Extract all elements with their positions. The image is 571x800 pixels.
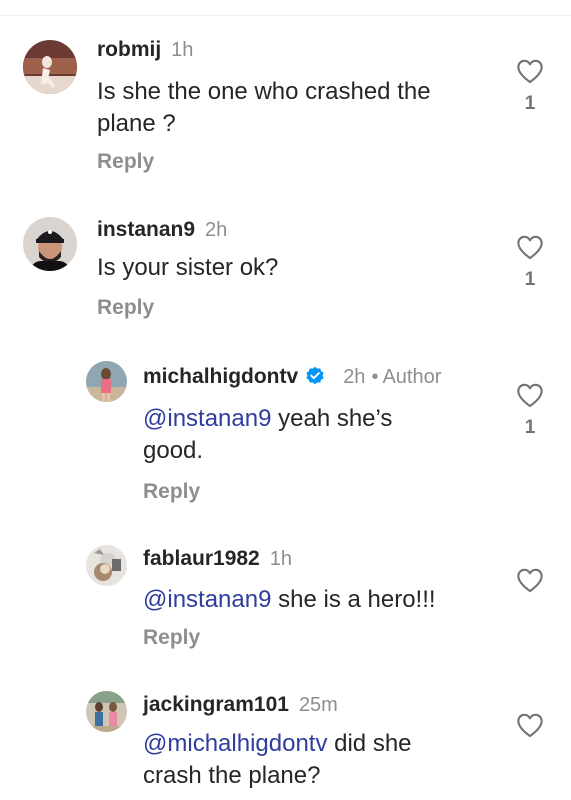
separator-dot: • <box>371 366 379 388</box>
heart-outline-icon[interactable] <box>516 234 544 260</box>
heart-outline-icon[interactable] <box>516 567 544 593</box>
like-count: 1 <box>524 93 536 114</box>
like-count: 1 <box>524 269 536 290</box>
timestamp: 2h <box>205 219 228 241</box>
reply-jackingram101: jackingram101 25m @michalhigdontv did sh… <box>0 670 571 800</box>
heart-outline-icon[interactable] <box>516 712 544 738</box>
comment-text: Is your sister ok? <box>97 254 279 281</box>
avatar-instanan9[interactable] <box>23 217 77 271</box>
comment-text: Is she the one who crashed the plane ? <box>97 78 431 137</box>
author-label: Author <box>382 366 442 388</box>
timestamp: 25m <box>298 694 338 716</box>
reply-button[interactable]: Reply <box>143 626 200 650</box>
comment-text: @instanan9 she is a hero!!! <box>143 584 503 616</box>
reply-fablaur1982: fablaur1982 1h @instanan9 she is a hero!… <box>0 520 571 670</box>
avatar-robmij[interactable] <box>23 40 77 94</box>
timestamp: 1h <box>269 548 292 570</box>
avatar-fablaur1982[interactable] <box>86 545 127 586</box>
heart-outline-icon[interactable] <box>516 58 544 84</box>
reply-michalhigdontv: michalhigdontv 2h • Author @instanan9 ye… <box>0 340 571 520</box>
username[interactable]: jackingram101 <box>143 693 289 717</box>
comment-text: @michalhigdontv did she crash the plane? <box>143 728 473 792</box>
reply-button[interactable]: Reply <box>97 150 154 174</box>
comment-robmij: robmij 1h Is she the one who crashed the… <box>0 0 571 200</box>
heart-outline-icon[interactable] <box>516 382 544 408</box>
timestamp: 2h <box>343 366 366 388</box>
mention-link[interactable]: @instanan9 <box>143 586 271 613</box>
comment-instanan9: instanan9 2h Is your sister ok? Reply 1 <box>0 200 571 340</box>
reply-button[interactable]: Reply <box>143 480 200 504</box>
comment-body: she is a hero!!! <box>271 586 436 613</box>
like-count: 1 <box>524 417 536 438</box>
mention-link[interactable]: @michalhigdontv <box>143 730 327 757</box>
comment-text: @instanan9 yeah she’s good. <box>143 403 443 467</box>
username[interactable]: fablaur1982 <box>143 547 260 571</box>
reply-button[interactable]: Reply <box>97 296 154 320</box>
verified-badge-icon <box>305 366 325 386</box>
avatar-jackingram101[interactable] <box>86 691 127 732</box>
username[interactable]: michalhigdontv <box>143 365 298 389</box>
timestamp: 1h <box>171 39 194 61</box>
username[interactable]: instanan9 <box>97 218 195 242</box>
mention-link[interactable]: @instanan9 <box>143 405 271 432</box>
avatar-michalhigdontv[interactable] <box>86 361 127 402</box>
username[interactable]: robmij <box>97 38 161 62</box>
